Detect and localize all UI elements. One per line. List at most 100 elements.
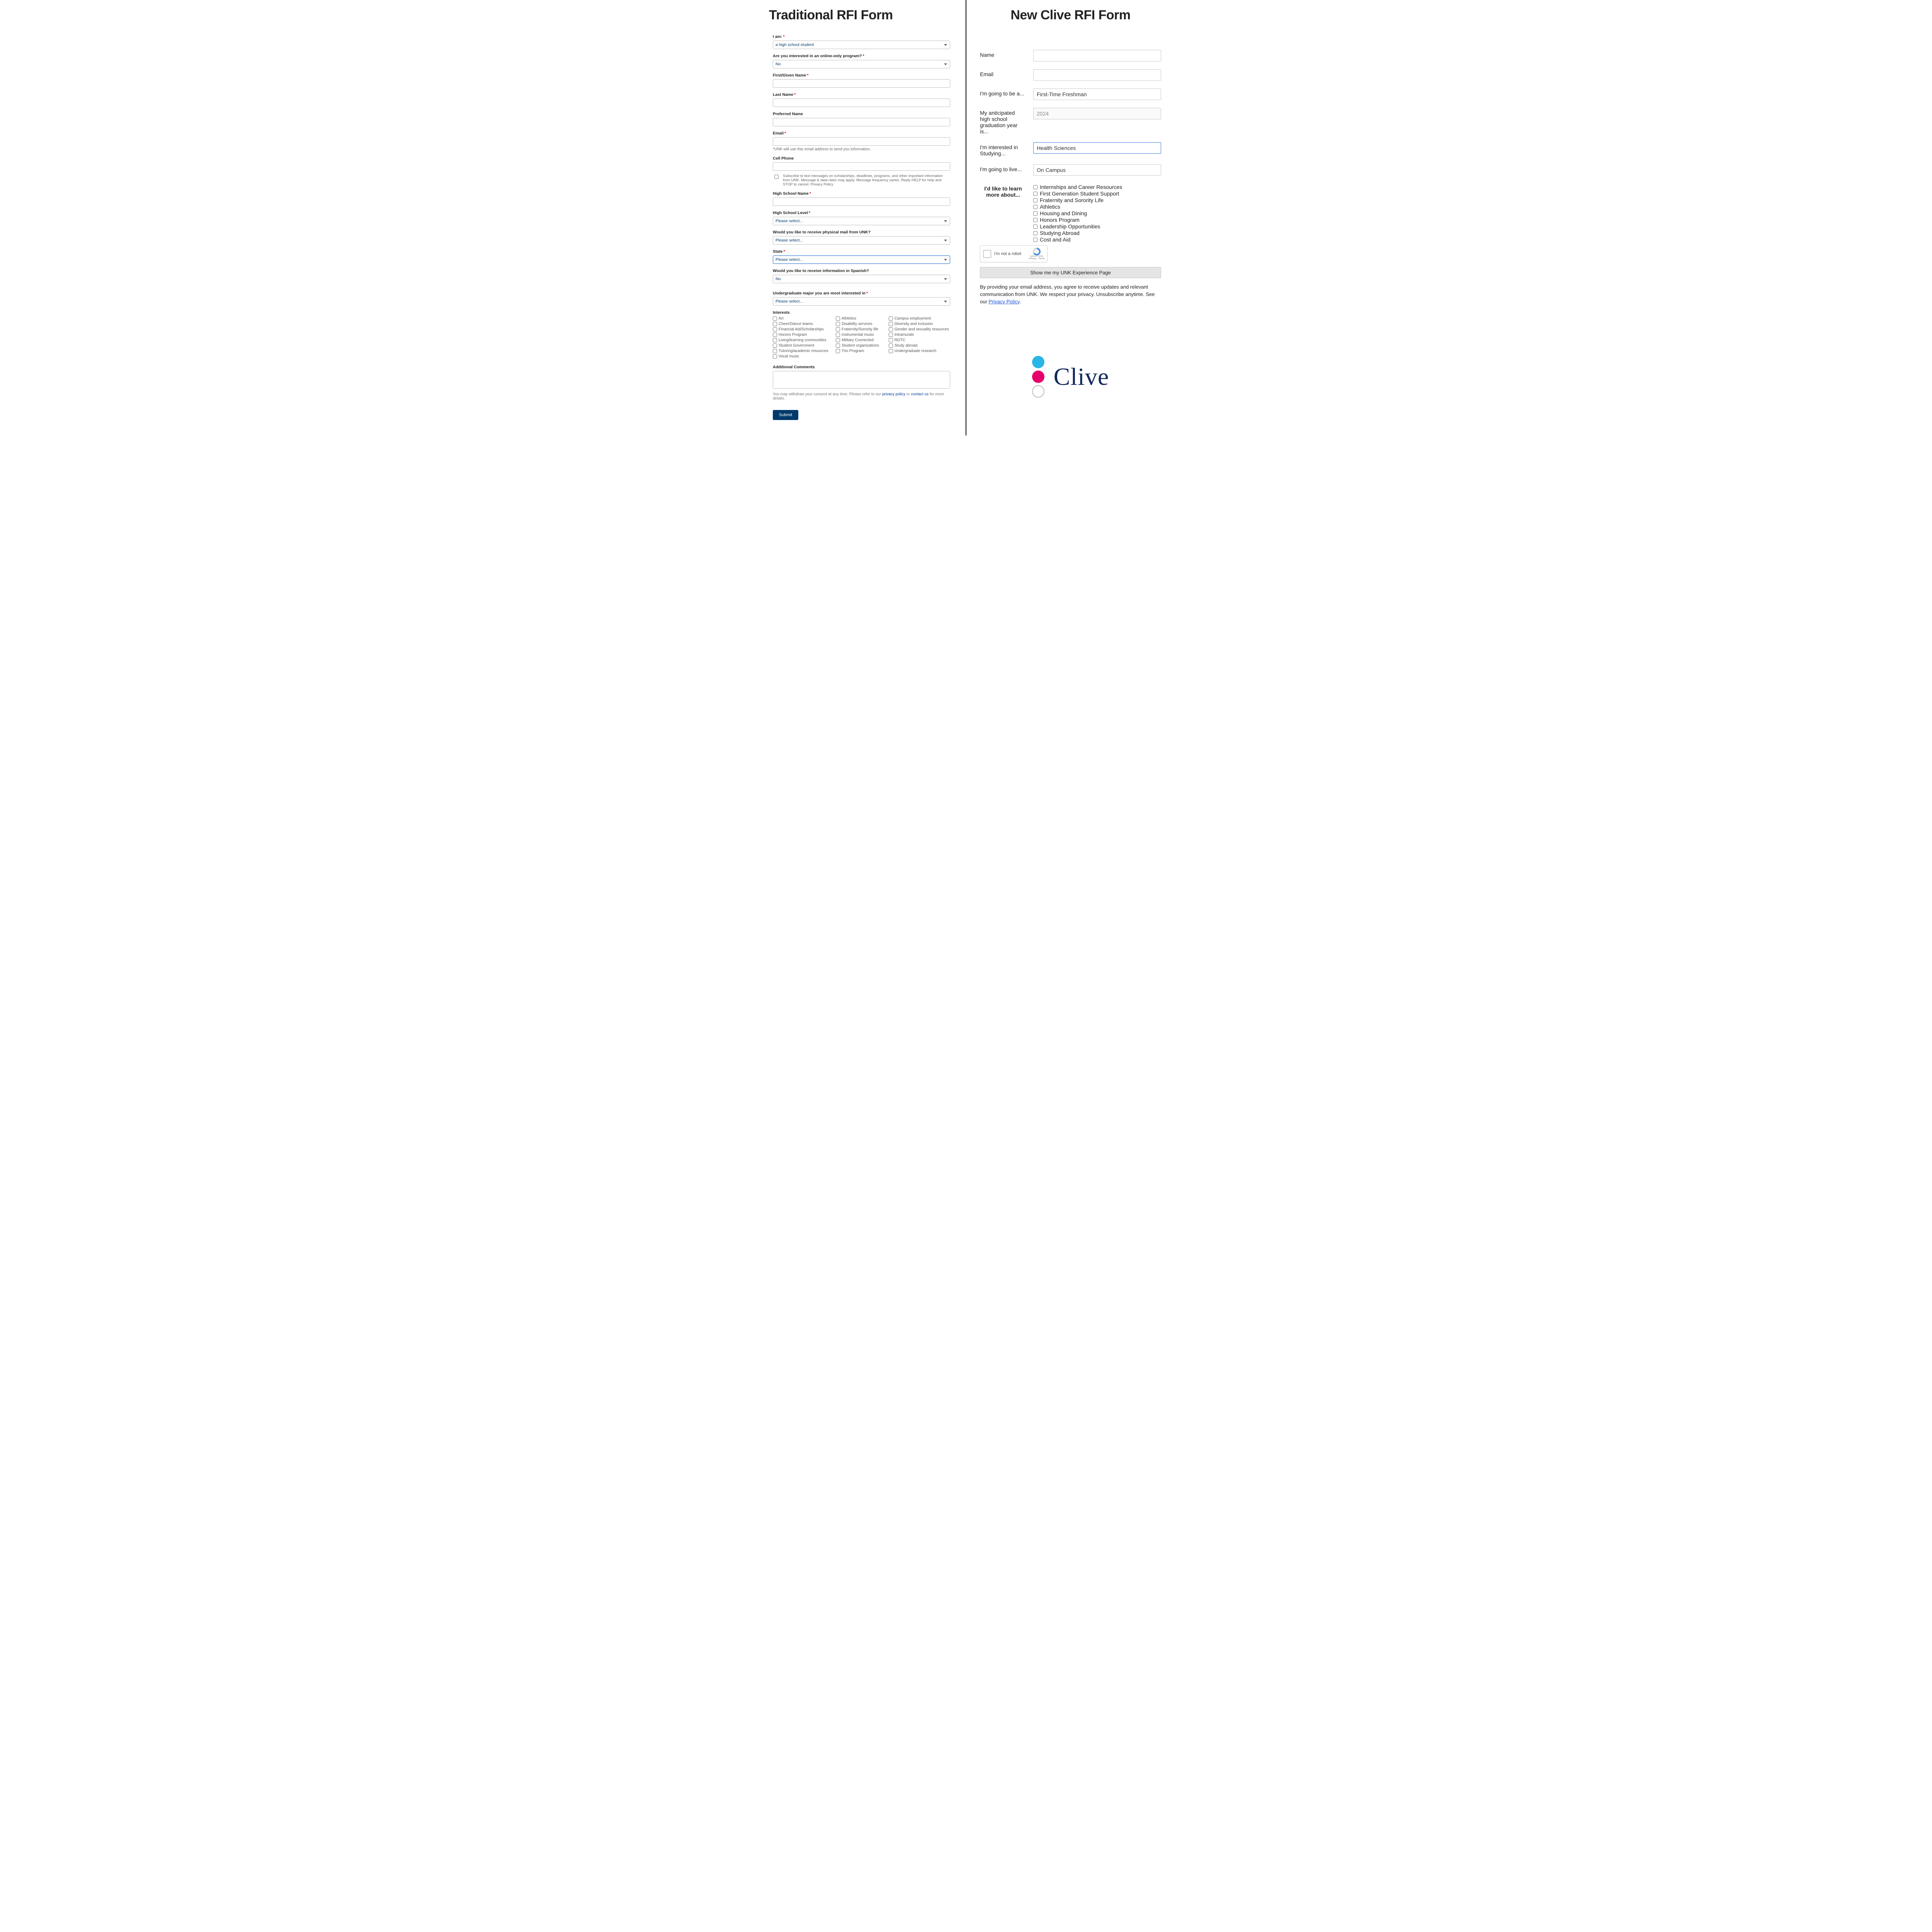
learn-checkbox[interactable] [1033, 211, 1037, 216]
major-select[interactable]: Please select... [773, 297, 950, 306]
interest-option[interactable]: Cheer/Dance teams [773, 322, 834, 326]
interest-option[interactable]: Student organizations [836, 344, 887, 348]
learn-option[interactable]: Athletics [1033, 204, 1161, 210]
interest-checkbox[interactable] [836, 333, 840, 337]
firstname-input[interactable] [773, 79, 950, 88]
learn-checkbox[interactable] [1033, 218, 1037, 222]
physicalmail-select[interactable]: Please select... [773, 236, 950, 245]
learn-checkbox[interactable] [1033, 224, 1037, 229]
clive-email-input[interactable] [1033, 69, 1161, 81]
interest-checkbox[interactable] [773, 349, 777, 353]
interest-option[interactable]: Athletics [836, 316, 887, 321]
interest-checkbox[interactable] [836, 327, 840, 332]
learn-option[interactable]: Leadership Opportunities [1033, 223, 1161, 230]
interest-option[interactable]: ROTC [889, 338, 950, 342]
recaptcha-checkbox-icon[interactable] [983, 250, 991, 258]
traditional-form: I am:* a high school student Are you int… [769, 34, 954, 420]
interest-label: Undergraduate research [895, 349, 936, 353]
interest-option[interactable]: Vocal music [773, 354, 834, 359]
interest-option[interactable]: Tutoring/academic resources [773, 349, 834, 353]
learn-option[interactable]: Cost and Aid [1033, 236, 1161, 243]
email-input[interactable] [773, 137, 950, 146]
learn-option[interactable]: Fraternity and Sorority Life [1033, 197, 1161, 203]
interest-option[interactable]: Diversity and inclusion [889, 322, 950, 326]
interest-checkbox[interactable] [836, 349, 840, 353]
cell-input[interactable] [773, 162, 950, 171]
interest-checkbox[interactable] [889, 333, 893, 337]
clive-name-label: Name [980, 50, 1026, 58]
clive-live-select[interactable] [1033, 164, 1161, 176]
learn-option[interactable]: Housing and Dining [1033, 210, 1161, 216]
interest-checkbox[interactable] [836, 344, 840, 348]
submit-button[interactable]: Submit [773, 410, 798, 420]
spanish-select[interactable]: No [773, 275, 950, 283]
interest-checkbox[interactable] [889, 322, 893, 326]
learn-checkbox[interactable] [1033, 192, 1037, 196]
interest-option[interactable]: Financial Aid/Scholarships [773, 327, 834, 332]
interest-checkbox[interactable] [773, 333, 777, 337]
interest-option[interactable]: Gender and sexuality resources [889, 327, 950, 332]
interest-checkbox[interactable] [889, 344, 893, 348]
interest-option[interactable]: Undergraduate research [889, 349, 950, 353]
privacy-policy-link[interactable]: privacy policy [882, 392, 905, 396]
interest-option[interactable]: Trio Program [836, 349, 887, 353]
lastname-input[interactable] [773, 99, 950, 107]
preferredname-input[interactable] [773, 118, 950, 126]
interest-label: Study abroad [895, 344, 918, 348]
interest-option[interactable]: Instrumental music [836, 333, 887, 337]
interest-checkbox[interactable] [773, 322, 777, 326]
recaptcha-widget[interactable]: I'm not a robot reCAPTCHA Privacy · Term… [980, 245, 1048, 262]
learn-option[interactable]: First Generation Student Support [1033, 190, 1161, 197]
sms-privacy-link[interactable]: Privacy Policy [810, 182, 833, 187]
interest-checkbox[interactable] [836, 338, 840, 342]
interest-option[interactable]: Campus employment [889, 316, 950, 321]
learn-checkbox[interactable] [1033, 205, 1037, 209]
contact-us-link[interactable]: contact us [911, 392, 929, 396]
email-hint: *UNK will use this email address to send… [773, 147, 950, 151]
online-select[interactable]: No [773, 60, 950, 68]
interest-label: ROTC [895, 338, 905, 342]
interest-checkbox[interactable] [836, 316, 840, 321]
interest-option[interactable]: Living/learning communities [773, 338, 834, 342]
interest-checkbox[interactable] [773, 354, 777, 359]
clive-going-select[interactable] [1033, 88, 1161, 100]
state-select[interactable]: Please select... [773, 255, 950, 264]
interest-option[interactable]: Honors Program [773, 333, 834, 337]
interest-checkbox[interactable] [889, 338, 893, 342]
interest-checkbox[interactable] [889, 327, 893, 332]
clive-submit-button[interactable]: Show me my UNK Experience Page [980, 267, 1161, 278]
clive-name-input[interactable] [1033, 50, 1161, 61]
interest-option[interactable]: Fraternity/Sorority life [836, 327, 887, 332]
learn-checkbox[interactable] [1033, 231, 1037, 235]
clive-privacy-link[interactable]: Privacy Policy [988, 299, 1019, 304]
interest-checkbox[interactable] [773, 344, 777, 348]
learn-option[interactable]: Honors Program [1033, 217, 1161, 223]
interest-option[interactable]: Study abroad [889, 344, 950, 348]
interest-option[interactable]: Disability services [836, 322, 887, 326]
interest-checkbox[interactable] [773, 316, 777, 321]
clive-study-select[interactable] [1033, 142, 1161, 154]
interest-option[interactable]: Intramurals [889, 333, 950, 337]
learn-option[interactable]: Studying Abroad [1033, 230, 1161, 236]
iam-select[interactable]: a high school student [773, 41, 950, 49]
sms-checkbox[interactable] [774, 175, 779, 179]
interest-checkbox[interactable] [889, 316, 893, 321]
interest-checkbox[interactable] [773, 327, 777, 332]
learn-option[interactable]: Internships and Career Resources [1033, 184, 1161, 190]
hsname-label: High School Name* [773, 191, 950, 196]
hslevel-select[interactable]: Please select... [773, 217, 950, 225]
interest-option[interactable]: Student Government [773, 344, 834, 348]
clive-learn-label: I'd like to learn more about... [980, 184, 1026, 198]
hsname-input[interactable] [773, 197, 950, 206]
learn-checkbox[interactable] [1033, 238, 1037, 242]
interest-label: Military Connected [842, 338, 874, 342]
interest-checkbox[interactable] [836, 322, 840, 326]
interest-checkbox[interactable] [889, 349, 893, 353]
learn-checkbox[interactable] [1033, 198, 1037, 202]
interest-option[interactable]: Art [773, 316, 834, 321]
clive-grad-input[interactable] [1033, 108, 1161, 119]
interest-checkbox[interactable] [773, 338, 777, 342]
learn-checkbox[interactable] [1033, 185, 1037, 189]
interest-option[interactable]: Military Connected [836, 338, 887, 342]
comments-textarea[interactable] [773, 371, 950, 389]
